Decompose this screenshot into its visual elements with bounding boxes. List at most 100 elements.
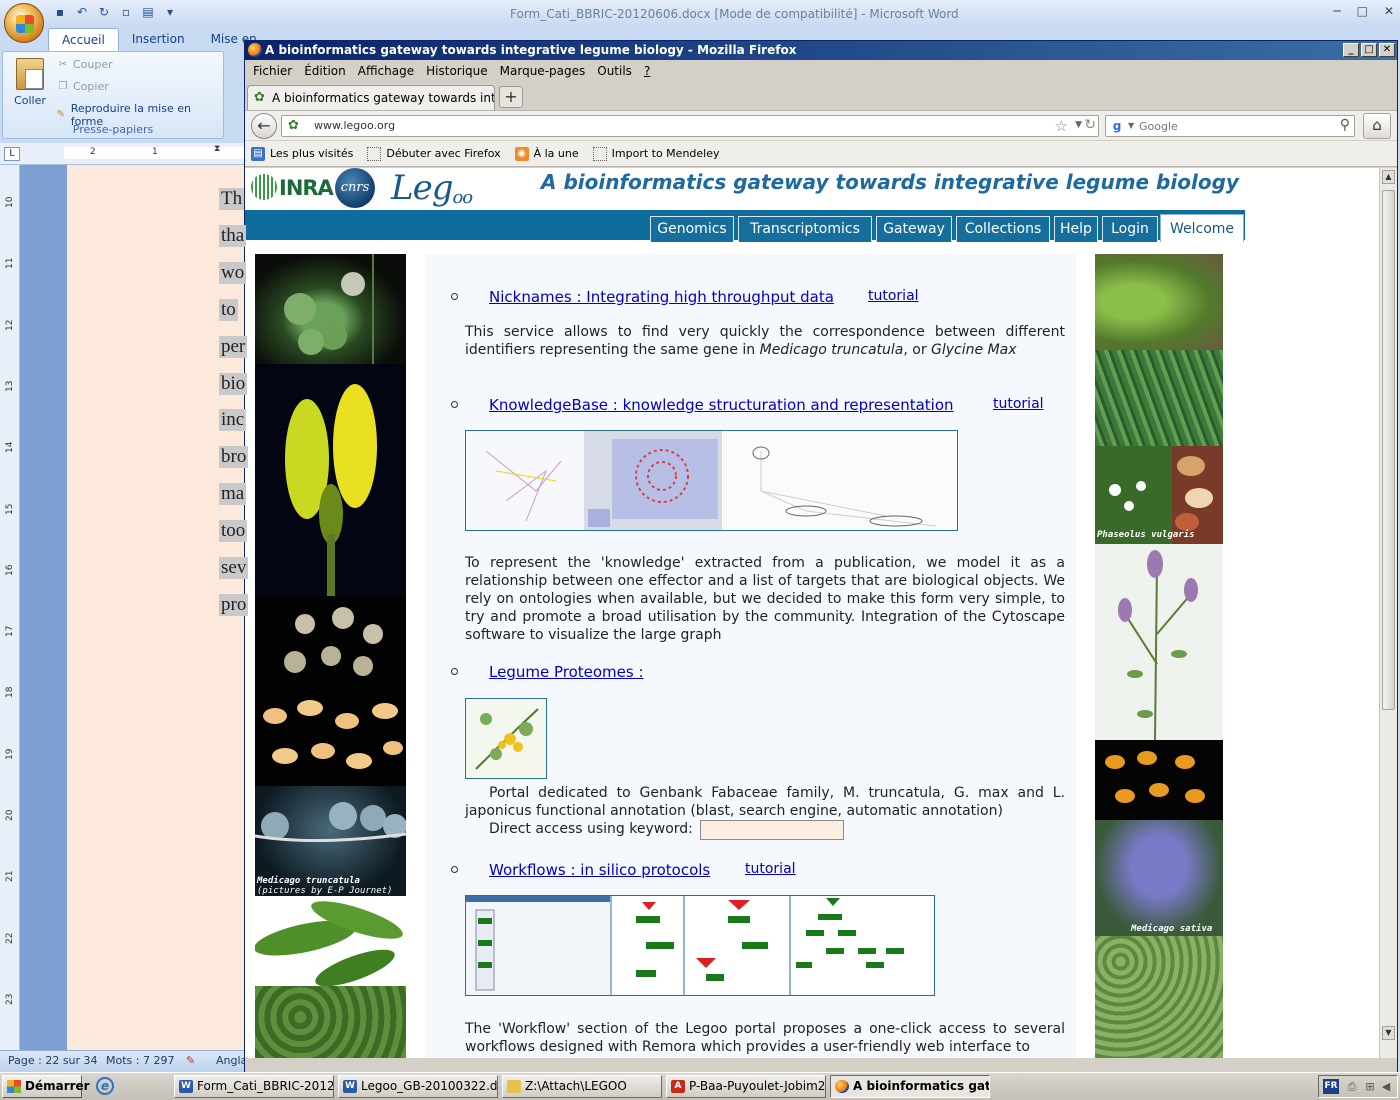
nicknames-tutorial-link[interactable]: tutorial — [868, 288, 919, 304]
document-text-line[interactable]: bio — [219, 372, 248, 395]
bookmark-star-icon[interactable]: ☆ — [1055, 117, 1068, 135]
office-button[interactable] — [4, 3, 44, 43]
internet-explorer-icon[interactable]: e — [96, 1077, 114, 1095]
scroll-thumb[interactable] — [1382, 190, 1395, 710]
document-text-line[interactable]: bro — [219, 446, 249, 469]
bookmark-most-visited[interactable]: ▤ Les plus visités — [251, 146, 353, 161]
tab-insertion[interactable]: Insertion — [119, 28, 198, 52]
proteomes-thumbnail[interactable] — [465, 698, 547, 779]
nav-genomics[interactable]: Genomics — [650, 216, 734, 242]
task-firefox[interactable]: A bioinformatics gate... — [830, 1075, 990, 1098]
keyword-input[interactable] — [700, 820, 844, 840]
workflows-screenshot[interactable] — [465, 895, 935, 996]
menu-marque-pages[interactable]: Marque-pages — [494, 61, 592, 81]
document-text-line[interactable]: sev — [219, 557, 249, 579]
menu-fichier[interactable]: Fichier — [247, 61, 298, 81]
page-count[interactable]: Page : 22 sur 34 — [8, 1054, 98, 1067]
burr-pods-drawing — [284, 607, 383, 676]
paste-button[interactable]: Coller — [9, 56, 51, 118]
knowledgebase-screenshot[interactable] — [465, 430, 958, 531]
tab-accueil[interactable]: Accueil — [48, 28, 119, 52]
document-text-line[interactable]: to — [219, 298, 238, 321]
cut-button[interactable]: ✂ Couper — [57, 58, 113, 71]
word-count[interactable]: Mots : 7 297 — [106, 1054, 174, 1067]
knowledgebase-tutorial-link[interactable]: tutorial — [993, 396, 1044, 412]
maximize-icon[interactable]: □ — [1357, 4, 1368, 18]
close-icon[interactable]: ✕ — [1384, 4, 1394, 18]
inra-logo[interactable]: INRA — [251, 172, 334, 202]
bookmark-getting-started[interactable]: Débuter avec Firefox — [367, 146, 501, 161]
nav-transcriptomics[interactable]: Transcriptomics — [738, 216, 872, 242]
minimize-icon[interactable]: _ — [1343, 43, 1359, 57]
nav-collections[interactable]: Collections — [956, 216, 1050, 242]
engine-dropdown-icon[interactable]: ▼ — [1128, 121, 1134, 130]
printer-icon[interactable]: ⎙ — [1345, 1080, 1359, 1094]
document-text-line[interactable]: inc — [219, 409, 247, 432]
list-bullet — [451, 401, 458, 408]
task-folder-legoo[interactable]: Z:\Attach\LEGOO — [502, 1075, 662, 1098]
proofing-icon[interactable]: ✎ — [186, 1054, 195, 1067]
url-text[interactable]: www.legoo.org — [314, 119, 395, 132]
document-text-line[interactable]: pro — [219, 593, 249, 616]
legoo-logo[interactable]: Legoo — [391, 168, 473, 208]
url-bar[interactable]: ✿ www.legoo.org ☆ ▼ ↻ — [281, 115, 1099, 137]
document-text-line[interactable]: too — [219, 520, 248, 543]
search-input[interactable]: Google — [1139, 120, 1178, 133]
menu-outils[interactable]: Outils — [591, 61, 638, 81]
reload-icon[interactable]: ↻ — [1084, 117, 1096, 133]
browser-tab[interactable]: ✿ A bioinformatics gateway towards integ… — [247, 85, 495, 110]
home-button[interactable]: ⌂ — [1363, 113, 1391, 139]
document-text-line[interactable]: tha — [219, 224, 247, 247]
search-icon[interactable]: ⚲ — [1340, 117, 1350, 133]
spelling-icon[interactable]: ▤ — [140, 4, 156, 20]
history-dropdown-icon[interactable]: ▼ — [1075, 120, 1082, 130]
close-icon[interactable]: ✕ — [1379, 43, 1395, 57]
nav-help[interactable]: Help — [1054, 216, 1098, 242]
maximize-icon[interactable]: □ — [1361, 43, 1377, 57]
network-icon[interactable]: ⊞ — [1363, 1080, 1377, 1094]
google-engine-icon[interactable]: g — [1109, 118, 1125, 134]
menu-help[interactable]: ? — [638, 61, 656, 81]
nav-welcome[interactable]: Welcome — [1160, 214, 1244, 242]
menu-historique[interactable]: Historique — [420, 61, 494, 81]
redo-icon[interactable]: ↻ — [96, 4, 112, 20]
scroll-up-icon[interactable]: ▲ — [1382, 170, 1395, 184]
nicknames-link[interactable]: Nicknames : Integrating high throughput … — [489, 288, 834, 306]
indent-marker-icon[interactable]: ⧗ — [214, 144, 220, 154]
document-text-line[interactable]: Th — [219, 188, 245, 210]
nav-gateway[interactable]: Gateway — [876, 216, 952, 242]
tab-selector[interactable]: L — [4, 147, 20, 161]
menu-affichage[interactable]: Affichage — [352, 61, 420, 81]
task-word-form[interactable]: W Form_Cati_BBRIC-20120... — [174, 1075, 334, 1098]
document-text-line[interactable]: per — [219, 335, 248, 358]
vertical-scrollbar[interactable]: ▲ ▼ — [1379, 168, 1397, 1058]
task-word-legoo[interactable]: W Legoo_GB-20100322.do... — [338, 1075, 498, 1098]
copy-button[interactable]: ❐ Copier — [57, 80, 109, 93]
workflows-tutorial-link[interactable]: tutorial — [745, 861, 796, 877]
save-icon[interactable]: ▪ — [52, 4, 68, 20]
language-indicator[interactable]: FR — [1323, 1079, 1339, 1094]
nodules-picture: Medicago truncatula (pictures by E-P Jou… — [255, 786, 406, 896]
document-text-line[interactable]: wo — [219, 261, 247, 284]
nav-login[interactable]: Login — [1102, 216, 1158, 242]
volume-icon[interactable]: ◀ — [1379, 1080, 1393, 1094]
start-button[interactable]: Démarrer — [2, 1075, 90, 1098]
document-text-line[interactable]: ma — [219, 483, 247, 506]
minimize-icon[interactable]: ─ — [1333, 4, 1340, 18]
print-preview-icon[interactable]: ▫ — [118, 4, 134, 20]
new-tab-button[interactable]: + — [499, 86, 523, 108]
cnrs-logo[interactable]: cnrs — [335, 168, 375, 208]
task-pdf-poster[interactable]: A P-Baa-Puyoulet-Jobim20... — [666, 1075, 826, 1098]
scroll-down-icon[interactable]: ▼ — [1382, 1026, 1395, 1040]
site-identity-icon[interactable]: ✿ — [288, 118, 299, 133]
undo-icon[interactable]: ↶ — [74, 4, 90, 20]
proteomes-link[interactable]: Legume Proteomes : — [489, 663, 644, 681]
knowledgebase-link[interactable]: KnowledgeBase : knowledge structuration … — [489, 396, 954, 414]
workflows-link[interactable]: Workflows : in silico protocols — [489, 861, 710, 879]
search-box[interactable]: g ▼ Google ⚲ — [1105, 115, 1355, 137]
back-button[interactable]: ← — [251, 113, 277, 139]
menu-edition[interactable]: Édition — [298, 61, 352, 81]
bookmark-mendeley[interactable]: Import to Mendeley — [592, 146, 720, 161]
customize-qat-icon[interactable]: ▾ — [162, 4, 178, 20]
bookmark-news[interactable]: ◉ À la une — [514, 146, 579, 161]
